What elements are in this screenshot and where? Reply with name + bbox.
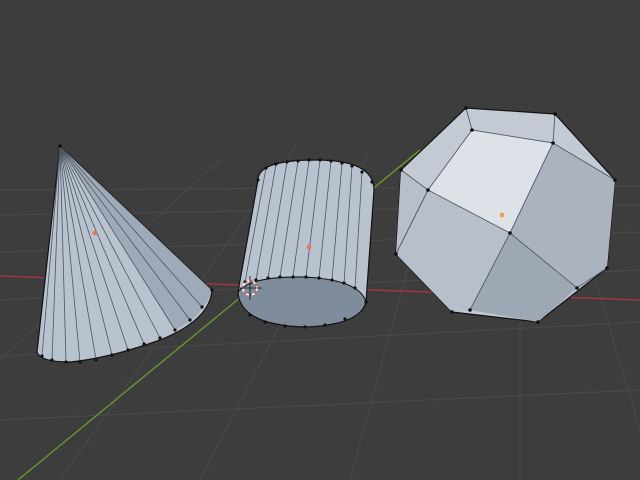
icosphere-object[interactable] — [394, 106, 617, 324]
cylinder-bottom-cap — [237, 276, 367, 328]
cylinder-origin — [306, 244, 312, 250]
cylinder-object[interactable] — [237, 158, 375, 329]
icosphere-origin — [499, 212, 505, 218]
cone-object[interactable] — [36, 144, 214, 364]
3d-viewport[interactable] — [0, 0, 640, 480]
cone-origin — [92, 230, 98, 236]
